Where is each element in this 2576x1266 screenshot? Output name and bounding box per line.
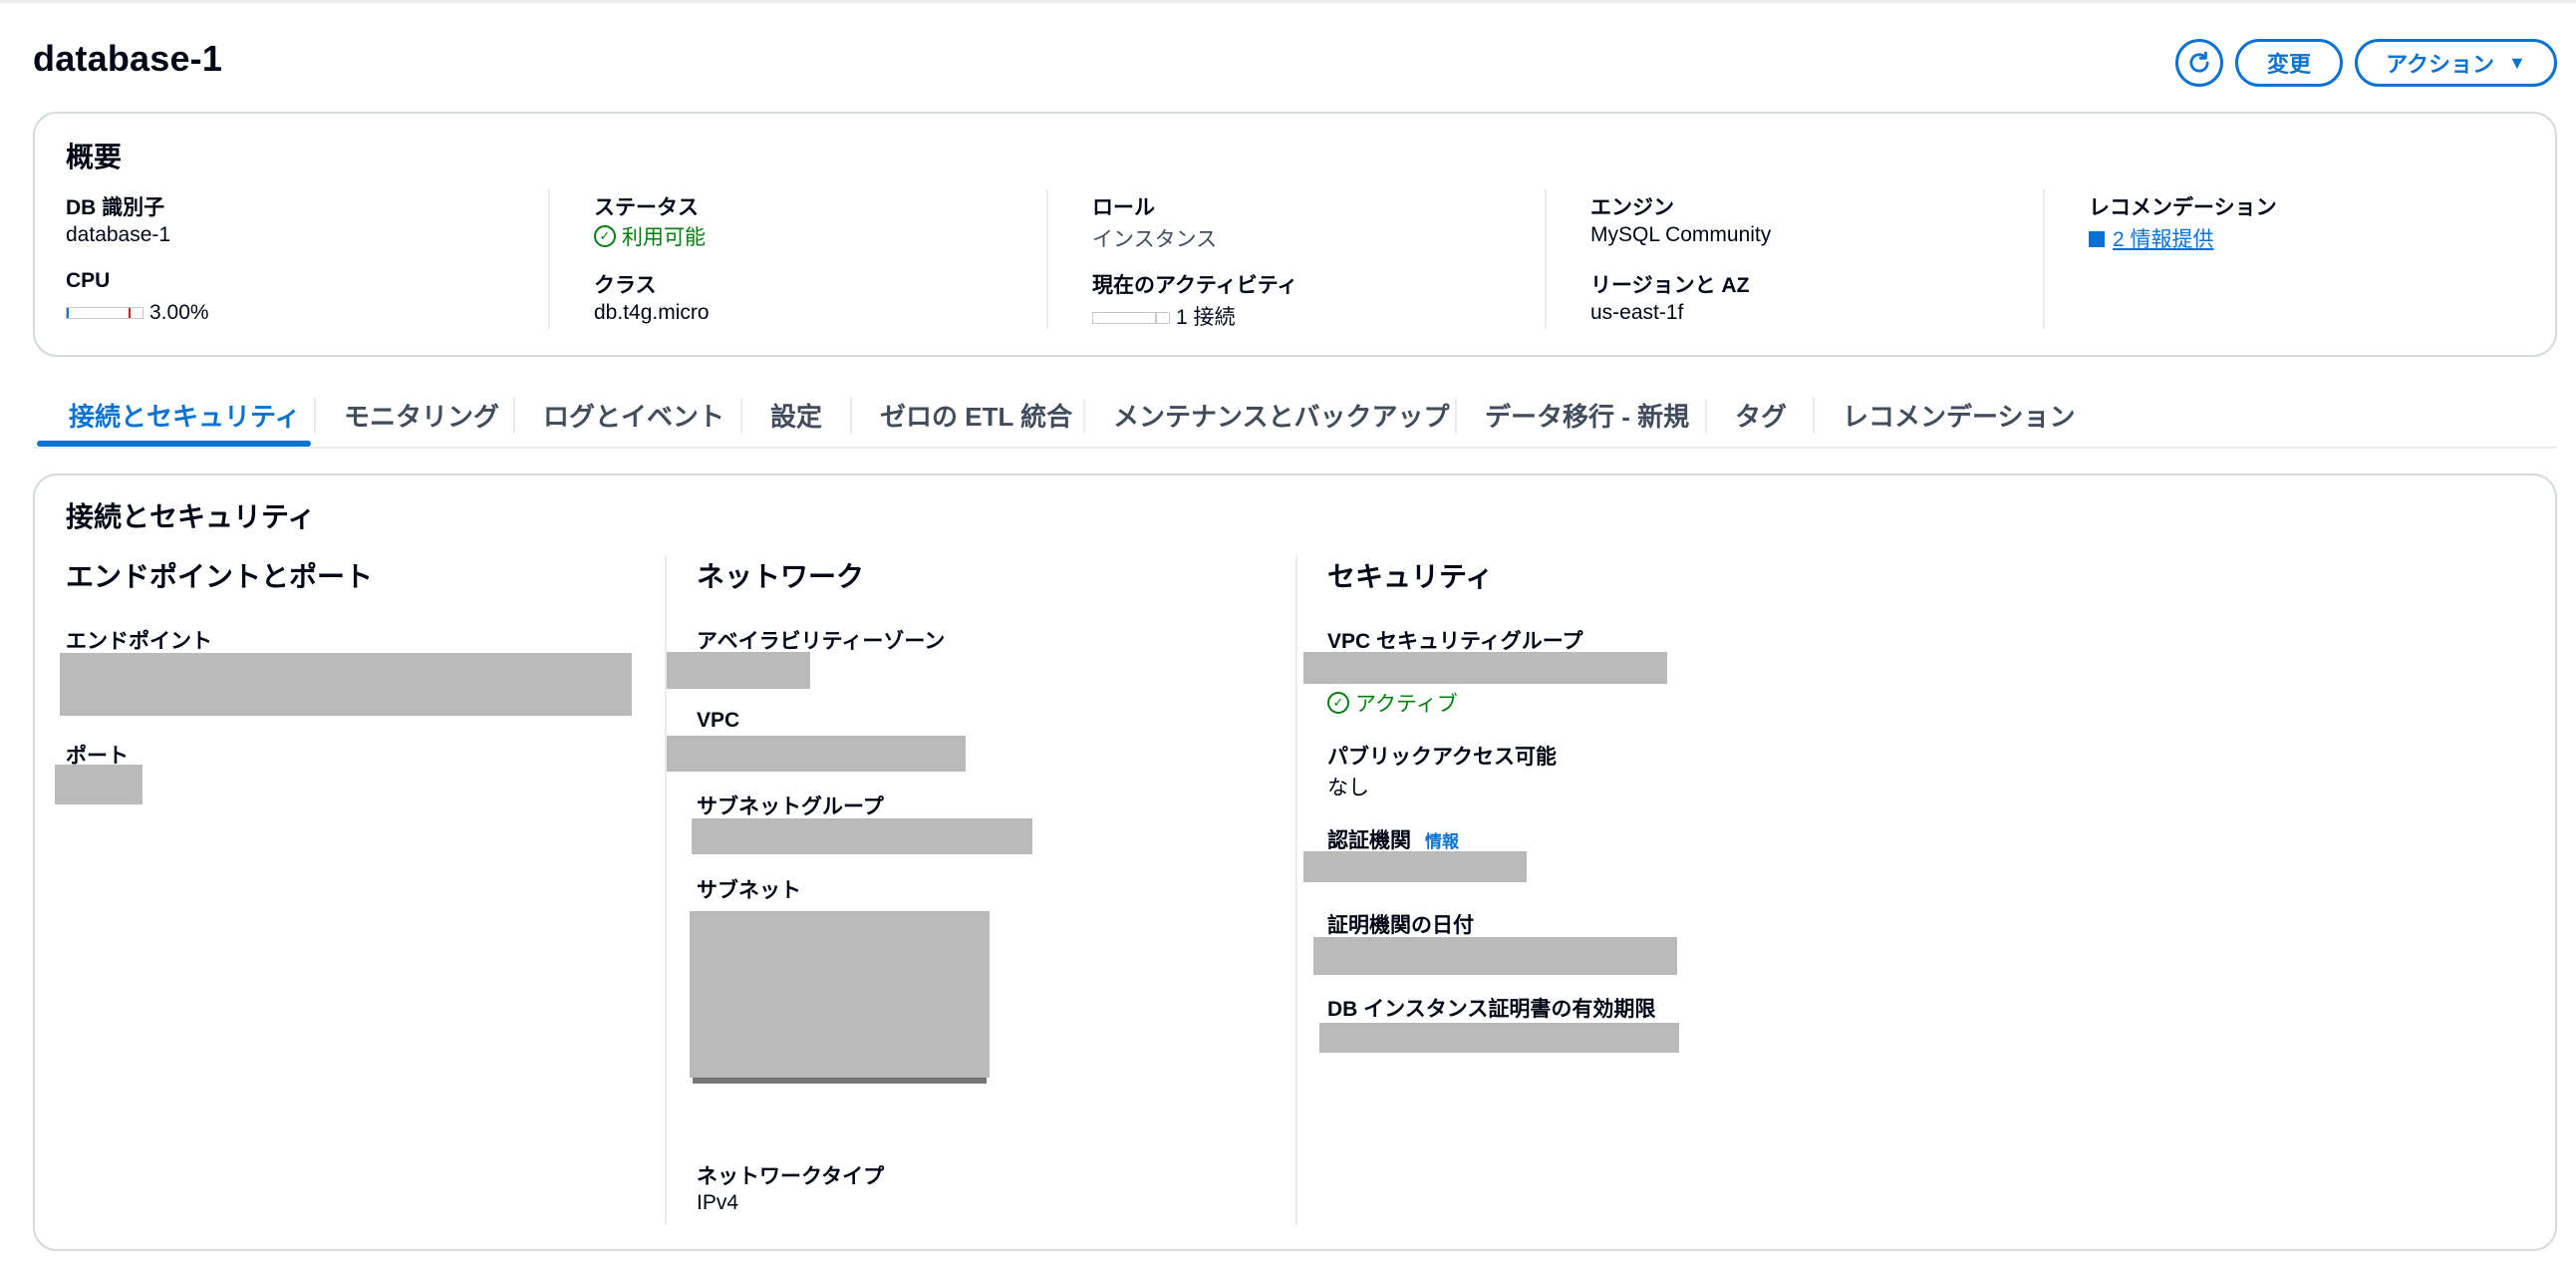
- role-label: ロール: [1092, 196, 1155, 219]
- endpoints-title: エンドポイントとポート: [66, 561, 374, 592]
- cpu-value: 3.00%: [149, 301, 209, 324]
- security-group-status: アクティブ: [1355, 693, 1458, 716]
- cpu-meter: [66, 307, 143, 320]
- divider: [548, 189, 550, 329]
- divider: [1545, 189, 1547, 329]
- subnet-group-label: サブネットグループ: [697, 795, 884, 818]
- status-value-row: ✓ 利用可能: [594, 221, 706, 251]
- tab-bar: 接続とセキュリティ モニタリング ログとイベント 設定 ゼロの ETL 統合 メ…: [33, 384, 2557, 449]
- caret-down-icon: ▼: [2508, 52, 2526, 73]
- engine-value: MySQL Community: [1590, 223, 1772, 246]
- network-title: ネットワーク: [697, 561, 865, 592]
- divider: [1046, 189, 1048, 329]
- class-label: クラス: [594, 274, 657, 297]
- modify-button[interactable]: 変更: [2235, 39, 2343, 87]
- network-type-value: IPv4: [697, 1191, 739, 1214]
- activity-label: 現在のアクティビティ: [1092, 274, 1298, 297]
- ca-label-row: 認証機関 情報: [1327, 824, 1459, 854]
- connectivity-security-panel: 接続とセキュリティ エンドポイントとポート エンドポイント ポート ネットワーク…: [33, 474, 2557, 1251]
- active-tab-indicator: [37, 441, 311, 447]
- availability-zone-label: アベイラビリティーゾーン: [697, 630, 946, 653]
- endpoint-label: エンドポイント: [66, 630, 212, 653]
- actions-label: アクション: [2386, 52, 2495, 77]
- public-access-label: パブリックアクセス可能: [1327, 746, 1557, 769]
- cpu-value-row: 3.00%: [66, 301, 209, 325]
- region-value: us-east-1f: [1590, 301, 1684, 324]
- subnet-values-redacted: [690, 911, 990, 1078]
- ca-label: 認証機関: [1327, 829, 1411, 852]
- tab-tags[interactable]: タグ: [1707, 384, 1815, 447]
- activity-meter: [1092, 312, 1170, 325]
- activity-value-row: 1 接続: [1092, 301, 1236, 331]
- tab-connectivity-security[interactable]: 接続とセキュリティ: [37, 384, 332, 447]
- refresh-icon: [2189, 51, 2209, 73]
- top-border: [0, 0, 2576, 3]
- security-group-status-row: ✓ アクティブ: [1327, 688, 1458, 718]
- tab-data-migration[interactable]: データ移行 - 新規: [1457, 384, 1717, 447]
- cert-expiry-label: DB インスタンス証明書の有効期限: [1327, 998, 1656, 1021]
- recommendations-label: レコメンデーション: [2089, 196, 2277, 219]
- availability-zone-value-redacted: [667, 652, 810, 689]
- ca-info-link[interactable]: 情報: [1425, 832, 1459, 851]
- redaction-edge: [693, 1078, 987, 1084]
- subnet-label: サブネット: [697, 879, 801, 902]
- port-value-redacted: [55, 765, 143, 804]
- security-title: セキュリティ: [1327, 561, 1494, 592]
- activity-value: 1 接続: [1176, 306, 1236, 329]
- tab-monitoring[interactable]: モニタリング: [316, 384, 527, 447]
- db-identifier-label: DB 識別子: [66, 196, 165, 219]
- cert-expiry-value-redacted: [1319, 1023, 1679, 1053]
- ca-value-redacted: [1303, 851, 1527, 882]
- vpc-value-redacted[interactable]: [667, 736, 966, 772]
- tab-recommendations[interactable]: レコメンデーション: [1815, 384, 2103, 447]
- security-group-label: VPC セキュリティグループ: [1327, 630, 1583, 653]
- public-access-value: なし: [1327, 777, 1369, 799]
- recommendations-link[interactable]: 2 情報提供: [2089, 223, 2214, 253]
- status-ok-icon: ✓: [594, 225, 616, 247]
- status-label: ステータス: [594, 196, 699, 219]
- status-value: 利用可能: [622, 226, 706, 249]
- tab-logs-events[interactable]: ログとイベント: [515, 384, 752, 447]
- security-group-value-redacted[interactable]: [1303, 652, 1667, 684]
- class-value: db.t4g.micro: [594, 301, 710, 324]
- overview-panel: 概要 DB 識別子 database-1 CPU 3.00% ステータス ✓ 利…: [33, 112, 2557, 357]
- engine-label: エンジン: [1590, 196, 1674, 219]
- actions-dropdown-button[interactable]: アクション ▼: [2355, 39, 2557, 87]
- info-square-icon: [2089, 231, 2105, 247]
- page-title: database-1: [33, 38, 223, 79]
- divider: [2043, 189, 2045, 329]
- db-identifier-value: database-1: [66, 223, 171, 246]
- ca-date-label: 証明機関の日付: [1327, 914, 1474, 937]
- vpc-label: VPC: [697, 709, 740, 732]
- network-type-label: ネットワークタイプ: [697, 1165, 885, 1188]
- connectivity-title: 接続とセキュリティ: [66, 501, 316, 532]
- refresh-button[interactable]: [2175, 39, 2223, 87]
- tab-zero-etl[interactable]: ゼロの ETL 統合: [852, 384, 1100, 447]
- role-value: インスタンス: [1092, 228, 1218, 251]
- ca-date-value-redacted: [1313, 937, 1677, 975]
- cpu-label: CPU: [66, 269, 111, 292]
- column-divider: [1295, 555, 1297, 1225]
- tab-maintenance-backup[interactable]: メンテナンスとバックアップ: [1085, 384, 1477, 447]
- overview-title: 概要: [66, 142, 123, 172]
- subnet-group-value-redacted[interactable]: [692, 818, 1032, 854]
- endpoint-value-redacted: [60, 653, 632, 716]
- status-ok-icon: ✓: [1327, 692, 1349, 714]
- tab-configuration[interactable]: 設定: [742, 384, 850, 447]
- recommendations-value[interactable]: 2 情報提供: [2113, 228, 2214, 251]
- region-label: リージョンと AZ: [1590, 274, 1750, 297]
